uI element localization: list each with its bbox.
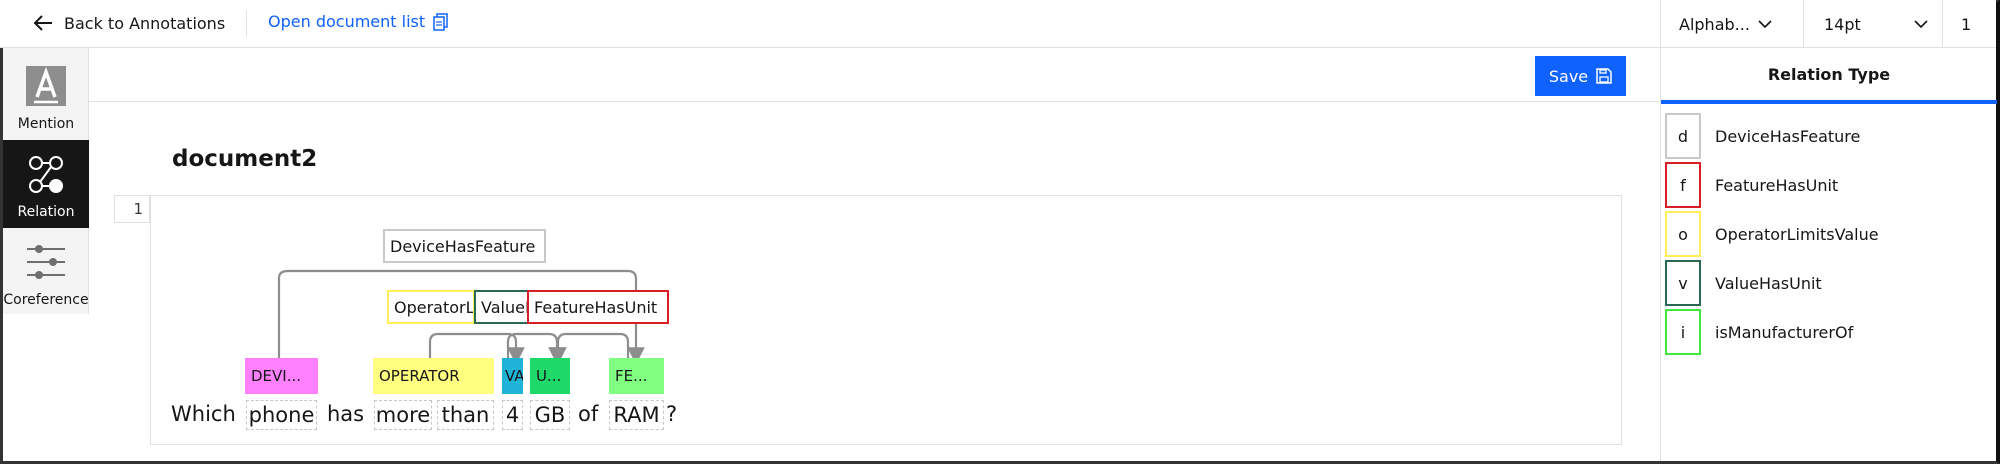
- relation-type-tab[interactable]: Relation Type: [1661, 48, 1997, 104]
- mention-label-feature[interactable]: FE...: [609, 358, 664, 394]
- mention-name: FE...: [615, 367, 648, 385]
- relation-key: v: [1665, 260, 1701, 306]
- relation-label-value-has-unit[interactable]: ValueHasUnit: [474, 290, 529, 324]
- token[interactable]: RAM: [609, 400, 664, 430]
- relation-type-is-manufacturer-of[interactable]: i isManufacturerOf: [1665, 308, 1995, 356]
- sort-value: Alphab...: [1679, 14, 1750, 34]
- mention-name: OPERATOR: [379, 367, 460, 385]
- tool-relation[interactable]: Relation: [3, 140, 89, 228]
- relation-key: d: [1665, 113, 1701, 159]
- relation-label-feature-has-unit[interactable]: FeatureHasUnit: [527, 290, 669, 324]
- sort-dropdown[interactable]: Alphab...: [1679, 0, 1779, 48]
- token[interactable]: ?: [666, 400, 677, 430]
- mention-label-value[interactable]: VA: [502, 358, 523, 394]
- token[interactable]: 4: [502, 400, 523, 430]
- relation-key: o: [1665, 211, 1701, 257]
- relation-type-feature-has-unit[interactable]: f FeatureHasUnit: [1665, 161, 1995, 209]
- annotation-mode-toolbar: Mention Relation Coreference: [3, 48, 89, 314]
- tool-coreference[interactable]: Coreference: [3, 228, 89, 316]
- mention-icon: [26, 66, 66, 106]
- relation-name: DeviceHasFeature: [390, 236, 536, 256]
- mention-name: DEVI...: [251, 367, 302, 385]
- mention-label-device[interactable]: DEVI...: [245, 358, 318, 394]
- token[interactable]: phone: [246, 400, 317, 430]
- save-button[interactable]: Save: [1535, 56, 1626, 96]
- relation-name: FeatureHasUnit: [534, 297, 658, 317]
- mention-label-operator[interactable]: OPERATOR: [373, 358, 494, 394]
- tool-label: Mention: [17, 116, 75, 132]
- tool-mention[interactable]: Mention: [3, 52, 89, 140]
- open-document-list-link[interactable]: Open document list: [268, 12, 449, 31]
- token[interactable]: Which: [171, 400, 236, 430]
- save-icon: [1596, 68, 1612, 84]
- token[interactable]: GB: [530, 400, 570, 430]
- tool-label: Relation: [17, 204, 75, 220]
- arrow-left-icon: [33, 15, 52, 31]
- back-to-annotations-link[interactable]: Back to Annotations: [32, 12, 225, 34]
- relation-type-operator-limits-value[interactable]: o OperatorLimitsValue: [1665, 210, 1995, 258]
- relation-icon: [29, 156, 63, 193]
- chevron-down-icon: [1914, 20, 1928, 29]
- tool-label: Coreference: [3, 292, 89, 308]
- mention-name: VA: [505, 367, 523, 385]
- relation-type-name: OperatorLimitsValue: [1715, 224, 1879, 244]
- token[interactable]: more: [374, 400, 432, 430]
- divider: [246, 10, 247, 36]
- token[interactable]: of: [578, 400, 598, 430]
- relation-type-name: isManufacturerOf: [1715, 322, 1854, 342]
- relation-label-device-has-feature[interactable]: DeviceHasFeature: [383, 229, 546, 263]
- chevron-down-icon: [1758, 20, 1772, 29]
- document-title: document2: [172, 146, 318, 172]
- relation-key: f: [1665, 162, 1701, 208]
- editor-toolbar: Save: [89, 48, 1660, 102]
- document-text-area: [150, 195, 1622, 445]
- relation-name: OperatorLimitsValue: [394, 297, 475, 317]
- mention-name: U...: [536, 367, 562, 385]
- relation-type-name: FeatureHasUnit: [1715, 175, 1839, 195]
- line-number: 1: [114, 195, 150, 223]
- relation-type-name: DeviceHasFeature: [1715, 126, 1861, 146]
- mention-label-unit[interactable]: U...: [530, 358, 570, 394]
- line-number-value: 1: [1961, 14, 1972, 34]
- font-size-value: 14pt: [1824, 14, 1861, 34]
- relation-name: ValueHasUnit: [481, 297, 527, 317]
- token[interactable]: than: [437, 400, 494, 430]
- open-list-label: Open document list: [268, 12, 426, 31]
- back-label: Back to Annotations: [64, 13, 226, 33]
- top-bar: Back to Annotations Open document list: [0, 0, 1660, 48]
- relation-type-panel: Relation Type d DeviceHasFeature f Featu…: [1660, 48, 1997, 461]
- view-options-bar: Alphab... 14pt 1: [1660, 0, 1996, 48]
- relation-type-device-has-feature[interactable]: d DeviceHasFeature: [1665, 112, 1995, 160]
- line-number-field[interactable]: 1: [1961, 0, 1991, 48]
- font-size-dropdown[interactable]: 14pt: [1803, 0, 1943, 48]
- relation-type-value-has-unit[interactable]: v ValueHasUnit: [1665, 259, 1995, 307]
- coreference-icon: [27, 245, 65, 279]
- relation-label-operator-limits-value[interactable]: OperatorLimitsValue: [387, 290, 475, 324]
- token[interactable]: has: [327, 400, 364, 430]
- relation-key: i: [1665, 309, 1701, 355]
- copy-icon: [433, 12, 448, 31]
- relation-type-name: ValueHasUnit: [1715, 273, 1822, 293]
- save-label: Save: [1548, 66, 1589, 86]
